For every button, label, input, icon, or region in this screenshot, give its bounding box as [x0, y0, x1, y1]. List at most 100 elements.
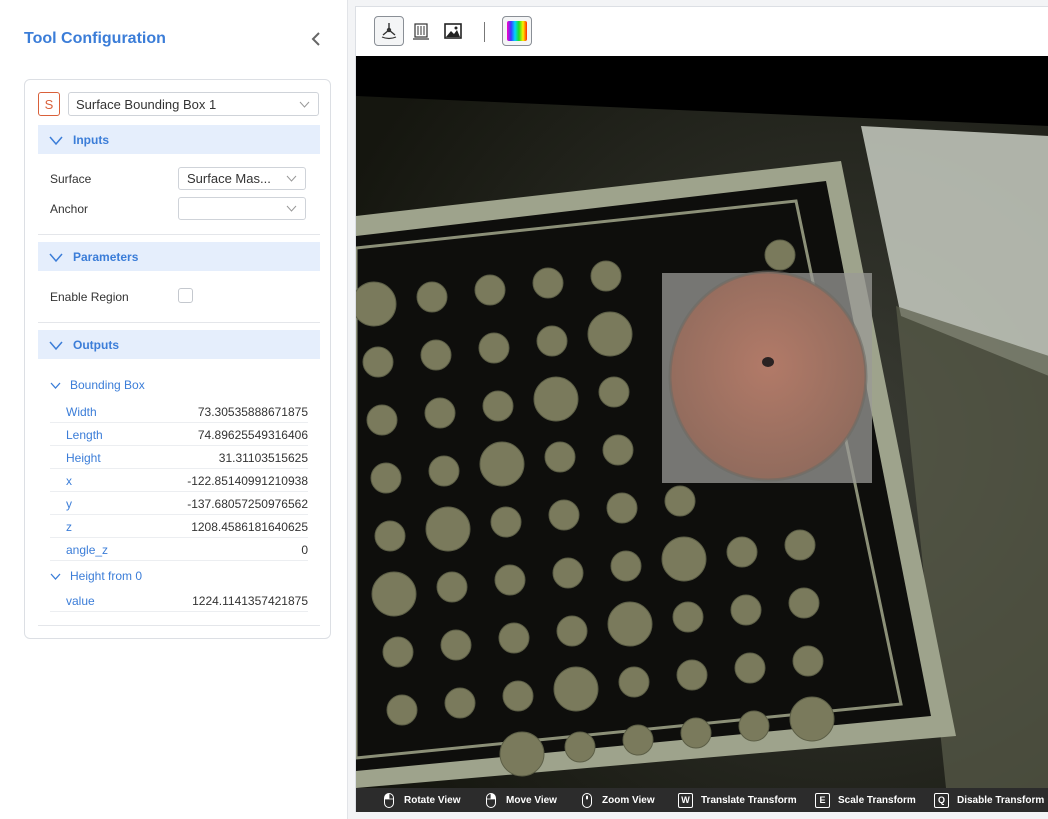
depth-map-icon: [413, 23, 429, 40]
tray-dot: [374, 520, 406, 552]
output-row-z: z 1208.4586181640625: [50, 516, 308, 538]
tray-dot: [428, 455, 460, 487]
image-view-button[interactable]: [438, 16, 468, 46]
tray-dot: [726, 536, 758, 568]
3d-viewer: Rotate View Move View Zoom View W Transl…: [355, 6, 1048, 812]
tray-dot: [672, 601, 704, 633]
bounding-box-group-title: Bounding Box: [70, 378, 145, 392]
key-e: E: [815, 792, 830, 808]
translate-transform-label: Translate Transform: [701, 794, 797, 806]
depth-map-button[interactable]: [406, 16, 436, 46]
collapse-panel-button[interactable]: [306, 28, 326, 50]
tray-dot: [610, 550, 642, 582]
tray-dot: [618, 666, 650, 698]
surface-select[interactable]: Surface Mas...: [178, 167, 306, 190]
outputs-section-header[interactable]: Outputs: [38, 330, 320, 359]
output-key: z: [66, 520, 72, 534]
translate-transform-hint: W Translate Transform: [678, 792, 797, 808]
height-group-title: Height from 0: [70, 569, 143, 583]
tray-dot: [498, 622, 530, 654]
toolbar-separator: [484, 22, 485, 42]
colormap-button[interactable]: [502, 16, 532, 46]
tray-dot: [606, 492, 638, 524]
tray-dot: [661, 536, 707, 582]
colormap-icon: [507, 21, 527, 41]
tray-dot: [371, 571, 417, 617]
3d-view-icon: [381, 23, 397, 40]
tray-dot: [499, 731, 545, 777]
output-key: Length: [66, 428, 103, 442]
output-key: x: [66, 474, 72, 488]
tray-dot: [382, 636, 414, 668]
panel-title: Tool Configuration: [24, 30, 166, 47]
parameters-section-header[interactable]: Parameters: [38, 242, 320, 271]
tray-dot: [764, 239, 796, 271]
point-cloud-view[interactable]: [356, 56, 1048, 788]
tray-dot: [544, 441, 576, 473]
image-icon: [444, 23, 462, 39]
output-value: 0: [301, 543, 308, 557]
divider: [38, 322, 320, 323]
surface-label: Surface: [50, 172, 92, 186]
parameters-section-title: Parameters: [73, 249, 139, 264]
chevron-down-icon: [286, 205, 297, 212]
output-key: Height: [66, 451, 101, 465]
tool-select[interactable]: Surface Bounding Box 1: [68, 92, 319, 116]
tray-dot: [792, 645, 824, 677]
tray-dot: [738, 710, 770, 742]
output-value: 31.31103515625: [218, 451, 308, 465]
tray-dot: [622, 724, 654, 756]
output-key: value: [66, 594, 95, 608]
output-row-angle-z: angle_z 0: [50, 539, 308, 561]
output-row-length: Length 74.89625549316406: [50, 424, 308, 446]
tray-dot: [482, 390, 514, 422]
tray-dot: [552, 557, 584, 589]
output-value: 1208.4586181640625: [191, 520, 308, 534]
tray-dot: [490, 506, 522, 538]
tray-dot: [386, 694, 418, 726]
outputs-section-title: Outputs: [73, 337, 119, 352]
chevron-down-icon: [49, 253, 63, 262]
output-value: -122.85140991210938: [187, 474, 308, 488]
height-group-header[interactable]: Height from 0: [50, 569, 142, 583]
tray-dot: [676, 659, 708, 691]
zoom-view-label: Zoom View: [602, 794, 655, 806]
tray-dot: [533, 376, 579, 422]
tray-dot: [664, 485, 696, 517]
anchor-select[interactable]: [178, 197, 306, 220]
move-view-hint: Move View: [486, 792, 557, 808]
scale-transform-hint: E Scale Transform: [815, 792, 916, 808]
output-row-height: Height 31.31103515625: [50, 447, 308, 469]
tray-dot: [444, 687, 476, 719]
output-value: 1224.1141357421875: [192, 594, 308, 608]
chevron-down-icon: [49, 136, 63, 145]
tray-dot: [532, 267, 564, 299]
tray-dot: [680, 717, 712, 749]
move-view-label: Move View: [506, 794, 557, 806]
app-root: Tool Configuration S Surface Bounding Bo…: [0, 0, 1048, 819]
tray-dot: [502, 680, 534, 712]
output-key: Width: [66, 405, 97, 419]
tool-card: S Surface Bounding Box 1 Inputs Surface …: [24, 79, 331, 639]
output-value: 74.89625549316406: [197, 428, 308, 442]
output-row-width: Width 73.30535888671875: [50, 401, 308, 423]
enable-region-checkbox[interactable]: [178, 288, 193, 303]
3d-view-button[interactable]: [374, 16, 404, 46]
key-w: W: [678, 792, 693, 808]
tray-dot: [494, 564, 526, 596]
bounding-box-group-header[interactable]: Bounding Box: [50, 378, 145, 392]
tray-dot: [356, 281, 397, 327]
tray-dot: [789, 696, 835, 742]
tray-dot: [440, 629, 472, 661]
tray-dot: [370, 462, 402, 494]
inputs-section-title: Inputs: [73, 132, 109, 147]
tray-dot: [424, 397, 456, 429]
tray-dot: [784, 529, 816, 561]
tray-dot: [587, 311, 633, 357]
tool-select-value: Surface Bounding Box 1: [76, 97, 217, 112]
inputs-section-header[interactable]: Inputs: [38, 125, 320, 154]
tray-dot: [734, 652, 766, 684]
output-value: 73.30535888671875: [197, 405, 308, 419]
tray-dot: [536, 325, 568, 357]
divider: [38, 625, 320, 626]
